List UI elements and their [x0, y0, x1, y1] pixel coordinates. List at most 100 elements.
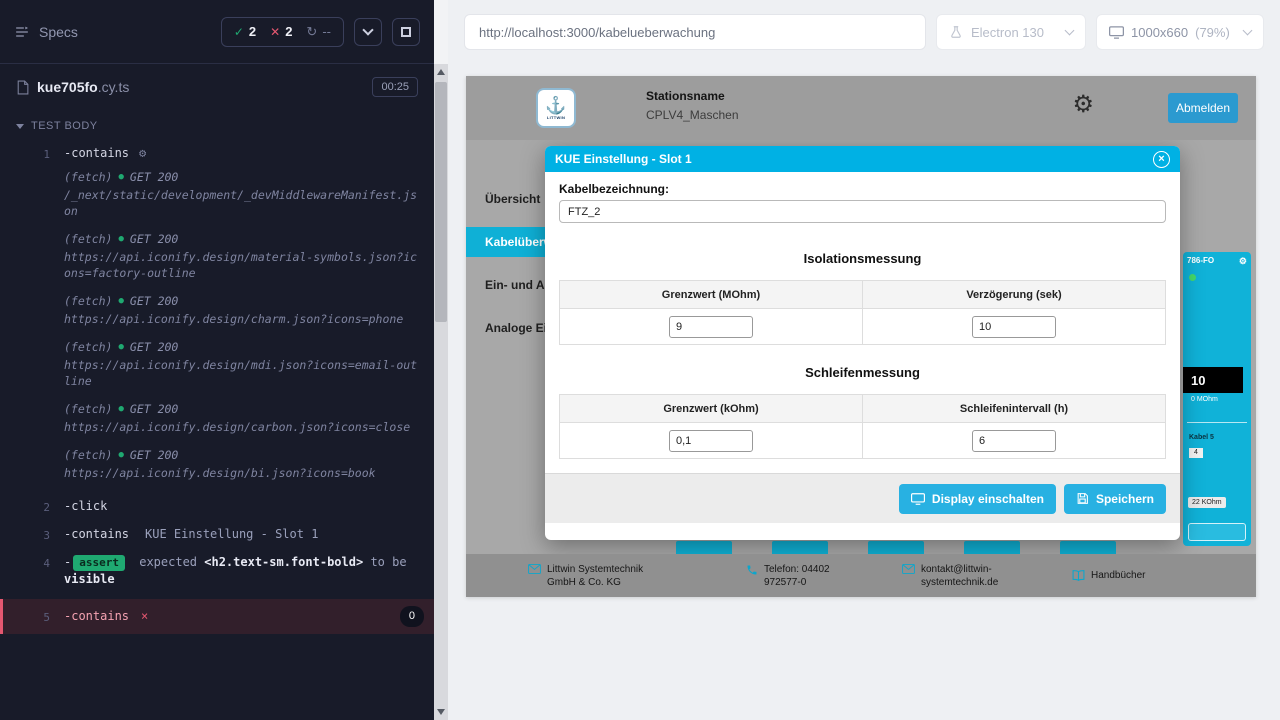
chevron-down-icon	[1243, 26, 1253, 36]
loop-interval-input[interactable]	[972, 430, 1056, 452]
column-header: Verzögerung (sek)	[863, 281, 1166, 309]
fetch-url: https://api.iconify.design/bi.json?icons…	[64, 465, 420, 481]
stat-pending: ↻ --	[306, 24, 331, 40]
fetch-log-entry[interactable]: (fetch) ● GET 200 https://api.iconify.de…	[64, 339, 420, 389]
viewport-selector[interactable]: 1000x660 (79%)	[1096, 14, 1264, 50]
assert-word: to	[370, 555, 384, 569]
stop-button[interactable]	[392, 18, 420, 46]
iso-delay-input[interactable]	[972, 316, 1056, 338]
fetch-url: /_next/static/development/_devMiddleware…	[64, 187, 420, 219]
command-row-click[interactable]: 2 -click	[0, 493, 434, 521]
card-button-partial[interactable]	[1060, 541, 1116, 554]
assert-subject: <h2.text-sm.font-bold>	[204, 555, 363, 569]
fetch-label: (fetch)	[64, 339, 112, 355]
chevron-down-icon	[16, 124, 24, 129]
assert-word: expected	[139, 555, 197, 569]
logo-text: LITTWIN	[547, 115, 565, 120]
footer-manuals[interactable]: Handbücher	[1072, 569, 1145, 582]
specs-menu[interactable]: Specs	[14, 24, 78, 40]
stage-toolbar: http://localhost:3000/kabelueberwachung …	[448, 0, 1280, 64]
app-footer: Littwin Systemtechnik GmbH & Co. KG Tele…	[466, 554, 1256, 597]
iso-limit-input[interactable]	[669, 316, 753, 338]
value-chip: 4	[1189, 448, 1203, 458]
settings-gear-icon[interactable]: ⚙	[1072, 93, 1094, 117]
command-row-contains-1[interactable]: 1 -contains ⚙	[0, 140, 434, 168]
fetch-log-entry[interactable]: (fetch) ● GET 200 https://api.iconify.de…	[64, 447, 420, 481]
manuals-label: Handbücher	[1091, 569, 1145, 582]
close-icon[interactable]: ×	[1153, 151, 1170, 168]
save-floppy-icon	[1076, 492, 1089, 505]
card-button-partial[interactable]	[772, 541, 828, 554]
test-body-toggle[interactable]: TEST BODY	[0, 110, 434, 140]
status-dot-icon: ●	[118, 231, 123, 247]
card-button-partial[interactable]	[676, 541, 732, 554]
command-arg: KUE Einstellung - Slot 1	[145, 526, 318, 543]
command-row-contains-2[interactable]: 3 -contains KUE Einstellung - Slot 1	[0, 521, 434, 549]
command-row-assert[interactable]: 4 -assert expected <h2.text-sm.font-bold…	[0, 549, 434, 593]
fetch-log-entry[interactable]: (fetch) ● GET 200 https://api.iconify.de…	[64, 293, 420, 327]
fetch-status: GET 200	[130, 447, 178, 463]
fetch-head: (fetch) ● GET 200	[64, 169, 420, 185]
company-logo: ⚓ LITTWIN	[536, 88, 576, 128]
phone-number: Telefon: 04402 972577-0	[764, 563, 856, 589]
spec-extension: .cy.ts	[98, 79, 130, 95]
card-button-partial[interactable]	[868, 541, 924, 554]
pending-count: --	[322, 24, 331, 39]
fetch-head: (fetch) ● GET 200	[64, 447, 420, 463]
fetch-status: GET 200	[130, 401, 178, 417]
modal-title: KUE Einstellung - Slot 1	[555, 152, 692, 166]
slot-card-title: 786-FO	[1187, 256, 1214, 267]
fetch-log-entry[interactable]: (fetch) ● GET 200 https://api.iconify.de…	[64, 231, 420, 281]
card-button-partial[interactable]	[964, 541, 1020, 554]
reporter-scrollbar[interactable]	[434, 0, 448, 720]
assert-message: -assert expected <h2.text-sm.font-bold> …	[64, 554, 424, 588]
cable-name-input[interactable]	[559, 200, 1166, 223]
scrollbar-thumb[interactable]	[435, 82, 447, 322]
url-text: http://localhost:3000/kabelueberwachung	[479, 25, 715, 40]
command-row-contains-failed[interactable]: 5 -contains × 0	[0, 599, 434, 634]
spec-basename: kue705fo	[37, 79, 98, 95]
scroll-down-button[interactable]	[434, 704, 448, 720]
display-on-label: Display einschalten	[932, 492, 1044, 506]
column-header: Schleifenintervall (h)	[863, 395, 1166, 423]
assert-expectation: visible	[64, 572, 115, 586]
test-stats[interactable]: ✓ 2 ✕ 2 ↻ --	[221, 17, 344, 47]
value-chip: 22 KOhm	[1188, 497, 1226, 508]
fetch-url: https://api.iconify.design/charm.json?ic…	[64, 311, 420, 327]
modal-titlebar: KUE Einstellung - Slot 1 ×	[545, 146, 1180, 172]
isolation-section-title: Isolationsmessung	[559, 251, 1166, 266]
command-name: -click	[64, 498, 107, 515]
browser-name: Electron 130	[971, 25, 1044, 40]
fetch-log-entry[interactable]: (fetch) ● GET 200 https://api.iconify.de…	[64, 401, 420, 435]
loop-limit-input[interactable]	[669, 430, 753, 452]
fetch-log-entry[interactable]: (fetch) ● GET 200 /_next/static/developm…	[64, 169, 420, 219]
scrollbar-spacer	[434, 0, 448, 64]
isolation-table: Grenzwert (MOhm) Verzögerung (sek)	[559, 280, 1166, 345]
mail-icon	[902, 564, 915, 574]
collapse-button[interactable]	[354, 18, 382, 46]
status-dot-icon: ●	[118, 169, 123, 185]
background-buttons-partial	[676, 541, 1116, 554]
divider	[1187, 422, 1247, 423]
assert-chip: assert	[73, 555, 125, 571]
url-bar[interactable]: http://localhost:3000/kabelueberwachung	[464, 14, 926, 50]
save-button[interactable]: Speichern	[1064, 484, 1166, 514]
slot-card-header: 786-FO ⚙	[1187, 256, 1247, 267]
footer-company: Littwin Systemtechnik GmbH & Co. KG	[528, 563, 696, 589]
card-button-partial[interactable]	[1188, 523, 1246, 541]
browser-selector[interactable]: Electron 130	[936, 14, 1086, 50]
fetch-head: (fetch) ● GET 200	[64, 293, 420, 309]
logout-button[interactable]: Abmelden	[1168, 93, 1238, 123]
stat-passed: ✓ 2	[234, 24, 256, 39]
fetch-label: (fetch)	[64, 401, 112, 417]
station-label: Stationsname	[646, 89, 739, 103]
scrollbar-track[interactable]	[434, 64, 448, 720]
command-name: -contains	[64, 526, 129, 543]
display-on-button[interactable]: Display einschalten	[899, 484, 1056, 514]
spec-duration: 00:25	[372, 77, 418, 97]
spec-header[interactable]: kue705fo.cy.ts 00:25	[0, 64, 434, 110]
modal-body: Kabelbezeichnung: Isolationsmessung Gren…	[545, 172, 1180, 459]
reporter-panel: Specs ✓ 2 ✕ 2 ↻ -- kue705fo	[0, 0, 434, 720]
scroll-up-button[interactable]	[434, 64, 448, 80]
gear-icon[interactable]: ⚙	[1239, 256, 1247, 267]
